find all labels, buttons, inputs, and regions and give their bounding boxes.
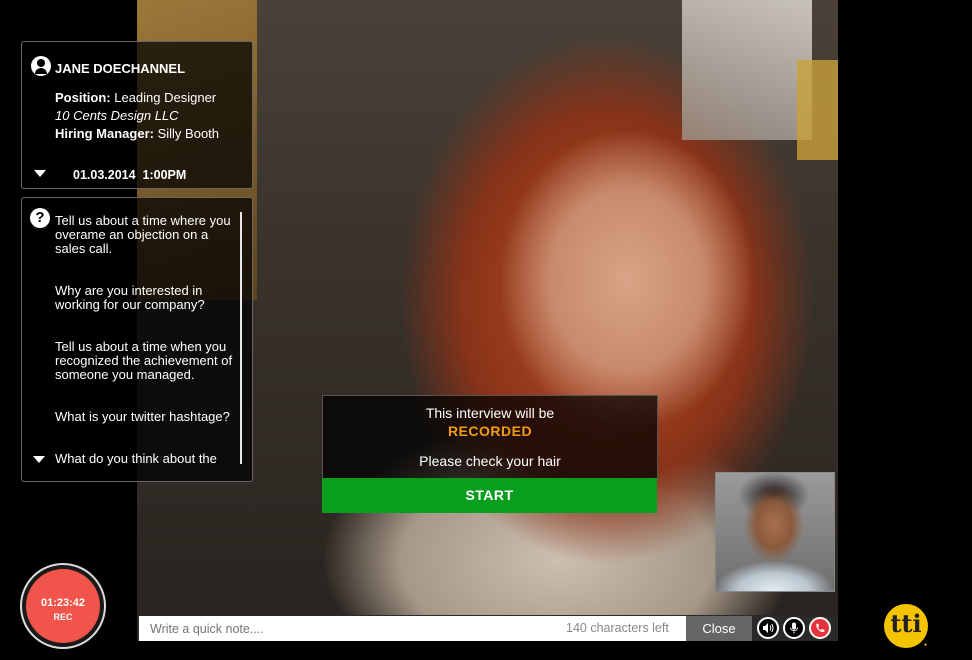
notice-line-1: This interview will be bbox=[425, 405, 555, 421]
logo-registered-mark: ● bbox=[924, 642, 928, 648]
company-name: 10 Cents Design LLC bbox=[55, 108, 179, 123]
question-item[interactable]: Tell us about a time when you recognized… bbox=[55, 340, 237, 382]
question-item[interactable]: What is your twitter hashtage? bbox=[55, 410, 237, 424]
user-icon bbox=[31, 56, 51, 76]
questions-scrollbar[interactable] bbox=[240, 212, 242, 464]
phone-hangup-icon bbox=[816, 623, 825, 633]
microphone-icon bbox=[790, 622, 798, 634]
candidate-name: JANE DOECHANNEL bbox=[55, 61, 186, 76]
start-button[interactable]: START bbox=[322, 478, 657, 513]
recording-timer: 01:23:42 REC bbox=[20, 563, 106, 649]
recording-time: 01:23:42 bbox=[40, 597, 86, 609]
microphone-button[interactable] bbox=[783, 617, 805, 639]
position-value: Leading Designer bbox=[114, 90, 217, 105]
manager-label: Hiring Manager: bbox=[55, 126, 154, 141]
question-item[interactable]: Why are you interested in working for ou… bbox=[55, 284, 237, 312]
question-item[interactable]: What do you think about the bbox=[55, 452, 245, 466]
question-item[interactable]: Tell us about a time where you overame a… bbox=[55, 214, 237, 256]
manager-line: Hiring Manager: Silly Booth bbox=[55, 126, 219, 141]
characters-left: 140 characters left bbox=[566, 621, 669, 635]
brand-logo: tti bbox=[884, 604, 928, 648]
position-line: Position: Leading Designer bbox=[55, 90, 216, 105]
questions-panel: ? Tell us about a time where you overame… bbox=[21, 197, 253, 482]
position-label: Position: bbox=[55, 90, 111, 105]
recording-notice: This interview will be RECORDED Please c… bbox=[322, 395, 658, 480]
background-art bbox=[797, 60, 838, 160]
recording-label: REC bbox=[53, 612, 73, 622]
interview-datetime: 01.03.2014 1:00PM bbox=[73, 168, 187, 182]
expand-questions-icon[interactable] bbox=[33, 456, 45, 463]
self-view-video bbox=[715, 472, 835, 592]
notice-recorded: RECORDED bbox=[447, 423, 533, 439]
question-icon: ? bbox=[30, 208, 50, 228]
candidate-profile-panel: JANE DOECHANNEL Position: Leading Design… bbox=[21, 41, 253, 189]
hangup-button[interactable] bbox=[809, 617, 831, 639]
expand-profile-icon[interactable] bbox=[34, 170, 46, 177]
speaker-icon bbox=[763, 623, 774, 633]
recording-indicator: 01:23:42 REC bbox=[26, 569, 100, 643]
background-art bbox=[682, 0, 812, 140]
manager-value: Silly Booth bbox=[157, 126, 220, 141]
notice-line-3: Please check your hair bbox=[419, 453, 561, 469]
close-note-button[interactable]: Close bbox=[686, 616, 752, 641]
speaker-button[interactable] bbox=[757, 617, 779, 639]
